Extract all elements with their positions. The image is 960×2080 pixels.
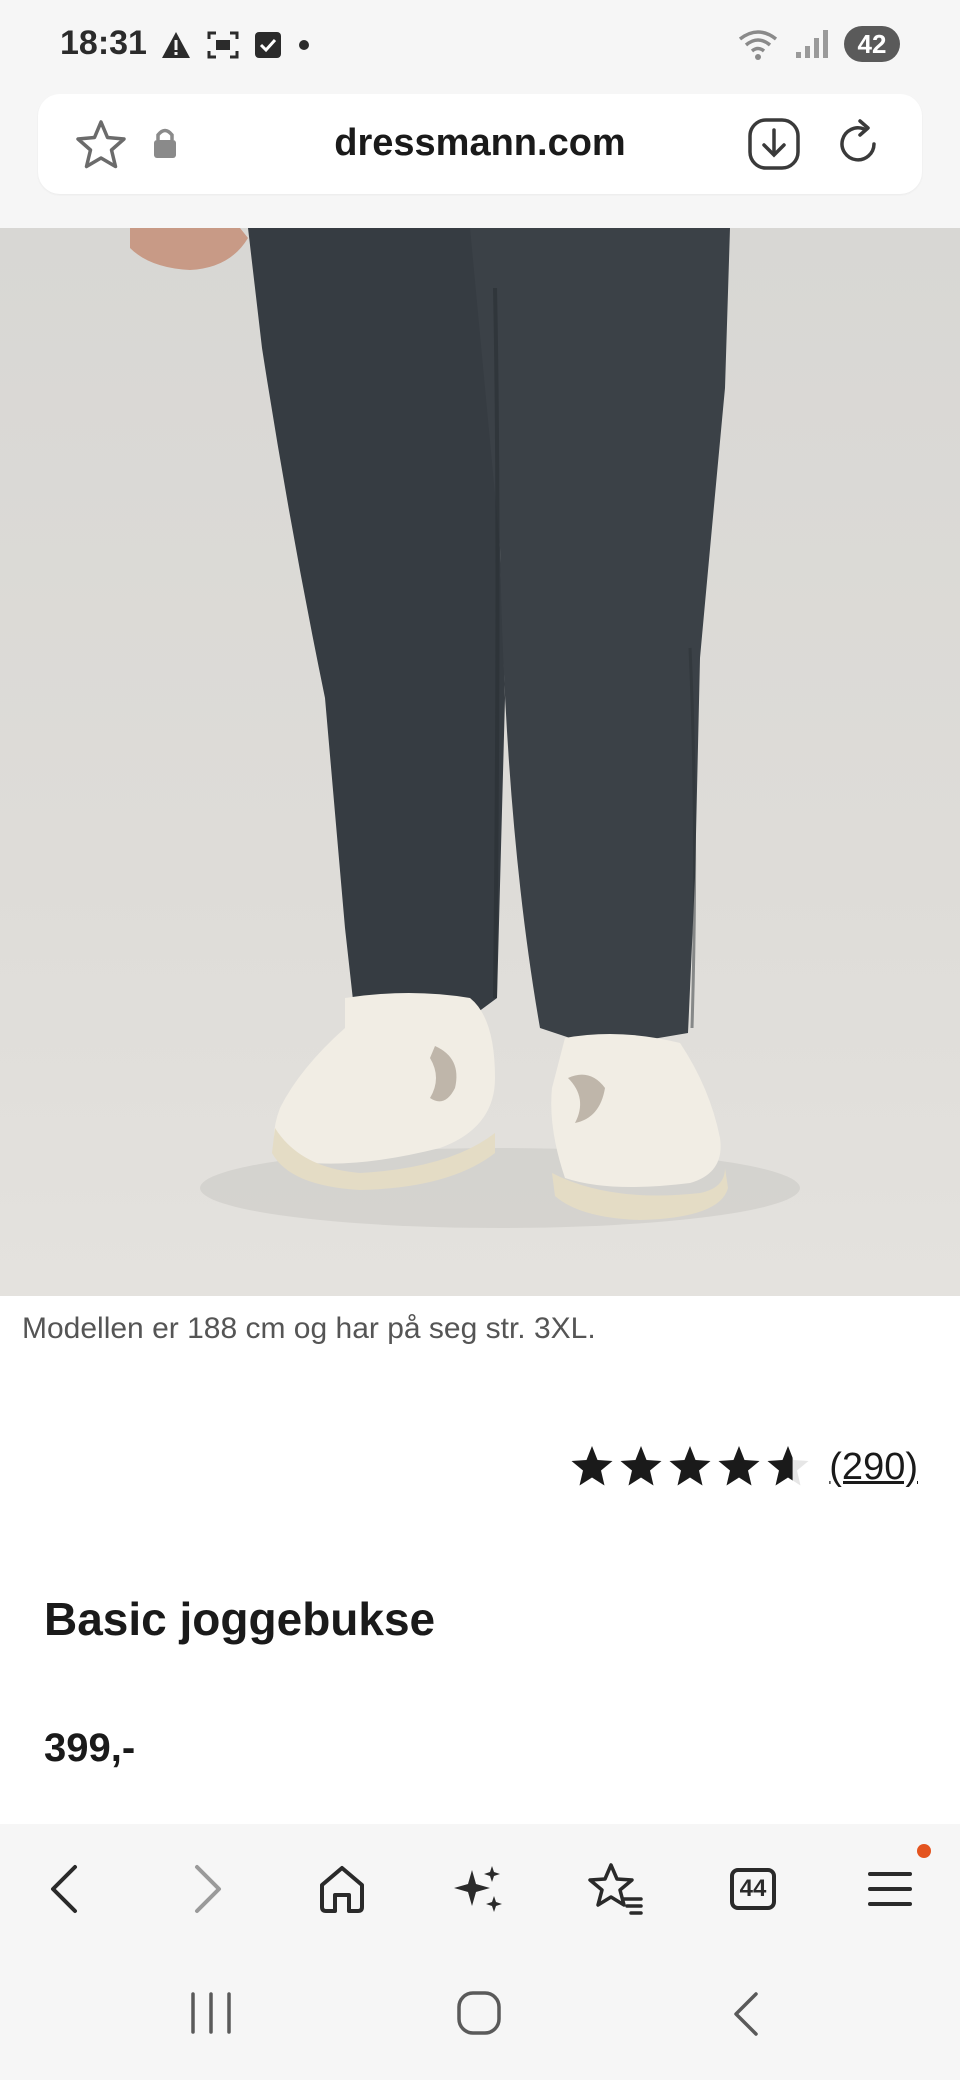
menu-notification-dot <box>917 1844 931 1858</box>
bookmarks-button[interactable] <box>580 1854 650 1924</box>
home-button[interactable] <box>307 1854 377 1924</box>
signal-icon <box>796 30 828 58</box>
warning-icon <box>162 32 190 58</box>
forward-arrow-icon <box>195 1865 221 1913</box>
tabs-icon: 44 <box>730 1868 776 1910</box>
status-bar: 18:31 42 <box>0 0 960 92</box>
sparkle-ai-icon <box>454 1866 502 1912</box>
product-image-carousel[interactable] <box>0 228 960 1296</box>
status-time: 18:31 <box>60 24 147 62</box>
model-size-caption: Modellen er 188 cm og har på seg str. 3X… <box>22 1312 596 1345</box>
home-icon <box>320 1866 364 1913</box>
wifi-icon <box>738 30 778 60</box>
rating-star <box>571 1446 613 1486</box>
check-icon <box>255 32 281 58</box>
product-title: Basic joggebukse <box>44 1593 436 1645</box>
address-bar[interactable]: dressmann.com <box>38 94 922 194</box>
recent-apps-icon[interactable] <box>188 1992 234 2034</box>
screenshot-icon <box>207 31 239 59</box>
product-price: 399,- <box>44 1726 136 1770</box>
browser-bottom-nav: 44 <box>0 1824 960 1954</box>
battery-indicator: 42 <box>844 26 900 62</box>
status-system-icons: 42 <box>736 26 900 62</box>
rating-star <box>767 1446 809 1486</box>
browser-toolbar: dressmann.com <box>0 92 960 228</box>
review-count-link[interactable]: (290) <box>829 1446 918 1489</box>
menu-icon <box>868 1872 912 1906</box>
tabs-button[interactable]: 44 <box>718 1854 788 1924</box>
dot-icon <box>299 40 309 50</box>
forward-button[interactable] <box>172 1854 242 1924</box>
product-photo <box>130 228 800 1228</box>
back-button[interactable] <box>30 1854 100 1924</box>
status-notification-icons <box>160 30 312 60</box>
back-arrow-icon <box>51 1865 77 1913</box>
rating-star <box>620 1446 662 1486</box>
download-icon[interactable] <box>746 116 802 172</box>
reload-icon[interactable] <box>830 116 886 172</box>
system-nav-bar <box>0 1954 960 2080</box>
ai-assistant-button[interactable] <box>444 1854 514 1924</box>
back-nav-icon[interactable] <box>728 1990 762 2038</box>
bookmarks-icon <box>588 1863 643 1915</box>
rating-stars <box>571 1446 809 1486</box>
rating-star <box>669 1446 711 1486</box>
product-rating[interactable]: (290) <box>569 1444 918 1490</box>
menu-button[interactable] <box>855 1844 931 1924</box>
home-nav-icon[interactable] <box>456 1990 502 2036</box>
rating-star <box>718 1446 760 1486</box>
